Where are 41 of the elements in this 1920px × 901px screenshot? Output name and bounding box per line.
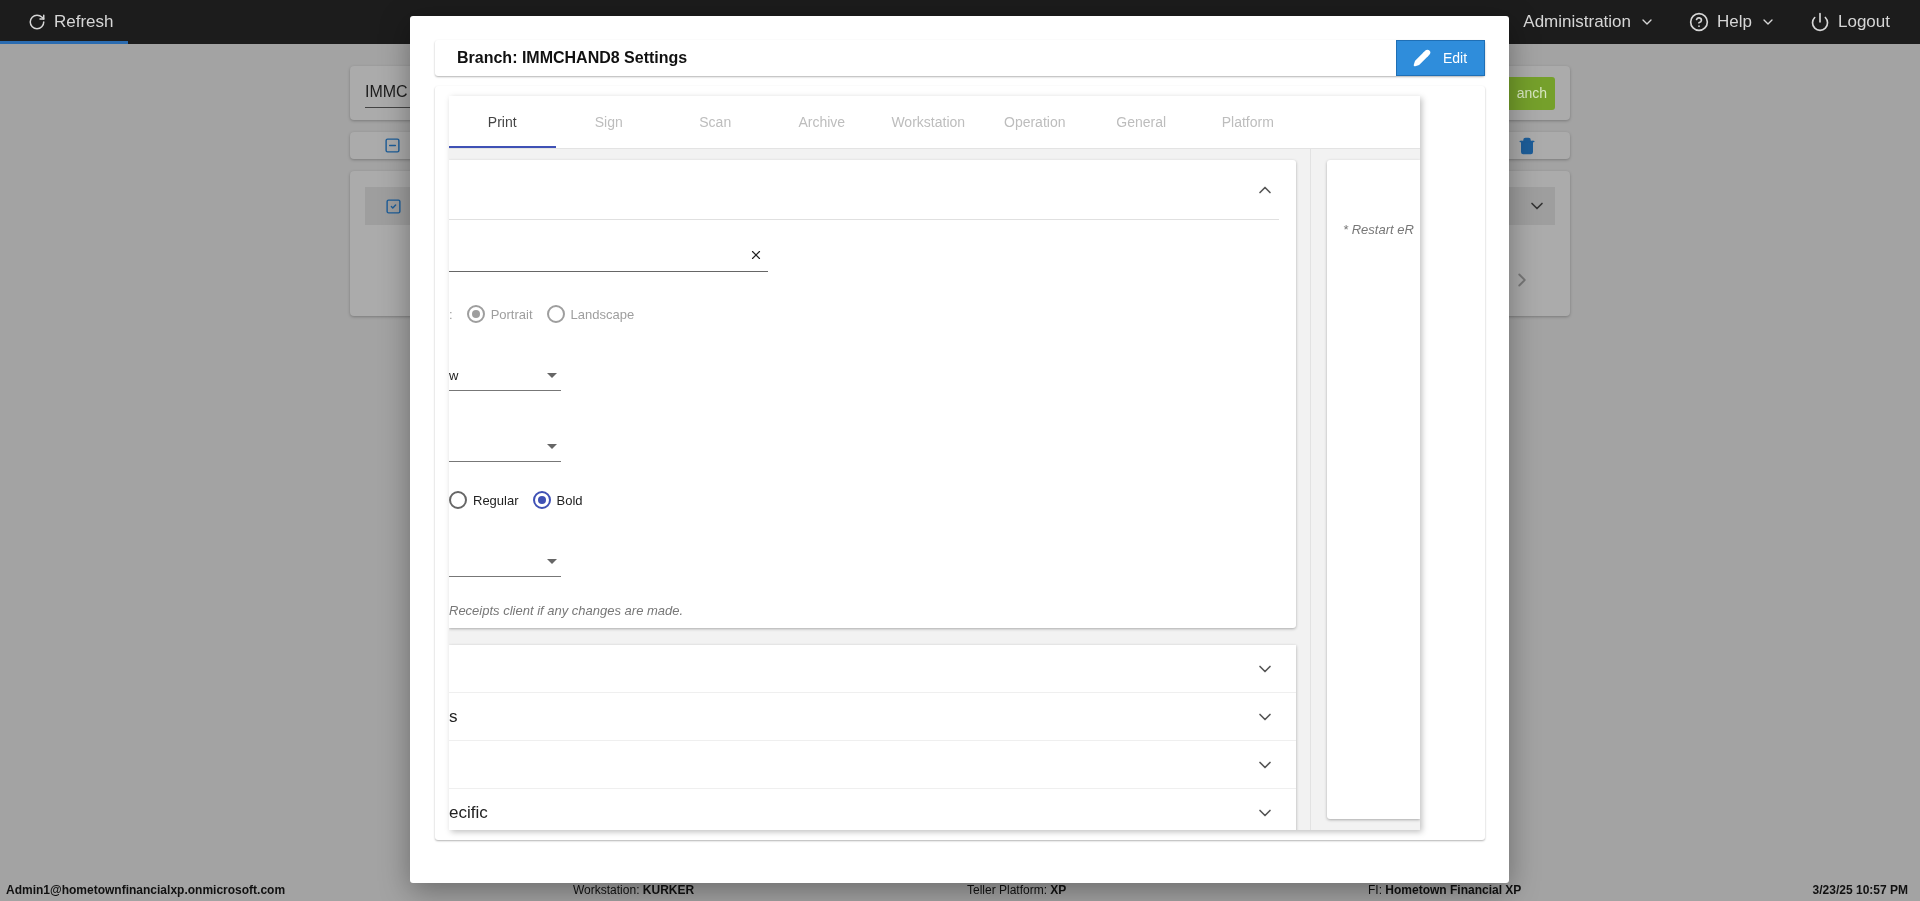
select-all-checkbox[interactable] [384,137,401,154]
edit-button[interactable]: Edit [1396,40,1485,76]
trash-icon[interactable] [1518,136,1536,155]
settings-tab[interactable]: Platform [1194,96,1301,148]
refresh-icon [28,13,46,31]
settings-tab[interactable]: Operation [981,96,1088,148]
radio-button[interactable] [532,491,551,509]
settings-tab[interactable]: Archive [768,96,875,148]
field-label: : [449,306,453,322]
row-checkbox[interactable] [385,197,402,215]
radio-label: Bold [556,492,583,508]
settings-tab[interactable]: Workstation [875,96,982,148]
nav-menu-button[interactable]: Administration [1509,0,1676,44]
radio-label: Portrait [490,306,533,322]
nav-menu-button[interactable]: Help [1675,0,1796,44]
settings-tab[interactable]: Print [449,96,556,148]
caret-icon [547,559,557,564]
help-icon [1689,12,1710,32]
power-icon [1810,12,1830,32]
accordion-row[interactable]: ecific [449,789,1296,830]
settings-tab[interactable]: Sign [555,96,662,148]
radio-label: Landscape [570,306,635,322]
accordion-row[interactable]: s [449,693,1296,741]
status-field: Workstation: KURKER [573,883,967,897]
dialog-title: Branch: IMMCHAND8 Settings [457,49,688,67]
status-field: Teller Platform: XP [967,883,1368,897]
restart-note: * Restart eR [1343,222,1414,237]
status-field: FI: Hometown Financial XP [1368,883,1708,897]
note-text: Receipts client if any changes are made. [449,603,685,618]
caret-icon [547,373,557,378]
settings-tab[interactable]: Scan [662,96,769,148]
date-time: 3/23/25 10:57 PM [1811,883,1908,897]
refresh-button[interactable]: Refresh [0,0,128,44]
radio-label: Regular [473,492,519,508]
nav-menu-button[interactable]: Logout [1796,0,1904,44]
radio-button[interactable] [449,491,467,509]
user-email: Admin1@hometownfinancialxp.onmicrosoft.com [6,883,287,897]
caret-icon [547,444,557,449]
settings-tab[interactable]: General [1088,96,1195,148]
select-field[interactable]: w [449,361,561,391]
pencil-icon [1413,49,1431,67]
